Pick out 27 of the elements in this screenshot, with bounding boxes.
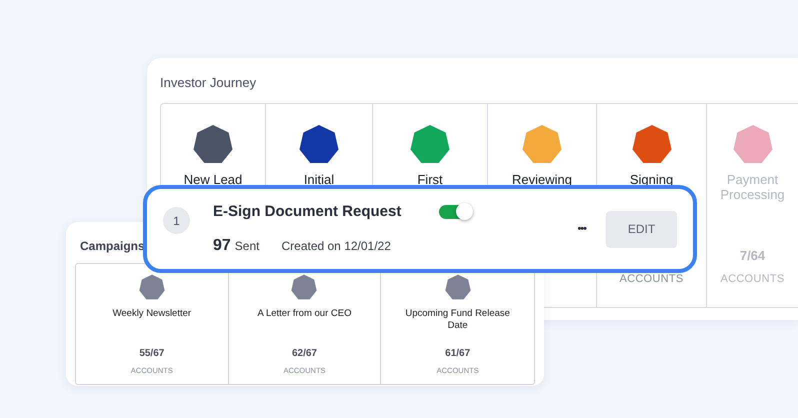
panel-title: Investor Journey — [160, 74, 258, 92]
stage-name: New Lead — [184, 172, 242, 188]
stage-name: First — [417, 172, 443, 188]
campaign-count: 62/67 — [292, 347, 317, 361]
stage-name: Initial — [304, 172, 334, 188]
more-button[interactable]: ••• — [577, 220, 586, 238]
campaign-count: 55/67 — [139, 347, 164, 361]
campaign-name: A Letter from our CEO — [256, 308, 352, 321]
heptagon-icon — [138, 274, 165, 300]
stage-name: Payment Processing — [719, 172, 786, 203]
sent-count: 97 — [213, 237, 231, 254]
heptagon-icon — [444, 274, 471, 300]
campaign-count: 61/67 — [445, 347, 470, 361]
sent-label: Sent — [234, 239, 260, 253]
campaign-name: Upcoming Fund Release Date — [404, 308, 511, 334]
panel-title: Campaigns — [80, 238, 145, 255]
heptagon-icon — [291, 274, 318, 300]
campaign-name: Weekly Newsletter — [112, 308, 192, 321]
step-title: E-Sign Document Request — [213, 203, 402, 220]
step-number: 1 — [163, 207, 190, 234]
stage-name: Reviewing — [512, 172, 572, 188]
stage-count: 7/64 — [740, 246, 766, 264]
created-date: Created on 12/01/22 — [281, 239, 391, 253]
toggle-switch[interactable] — [439, 204, 472, 219]
edit-button[interactable]: EDIT — [606, 210, 677, 248]
stage-unit: ACCOUNTS — [619, 272, 684, 287]
stage-unit: ACCOUNTS — [720, 272, 785, 287]
